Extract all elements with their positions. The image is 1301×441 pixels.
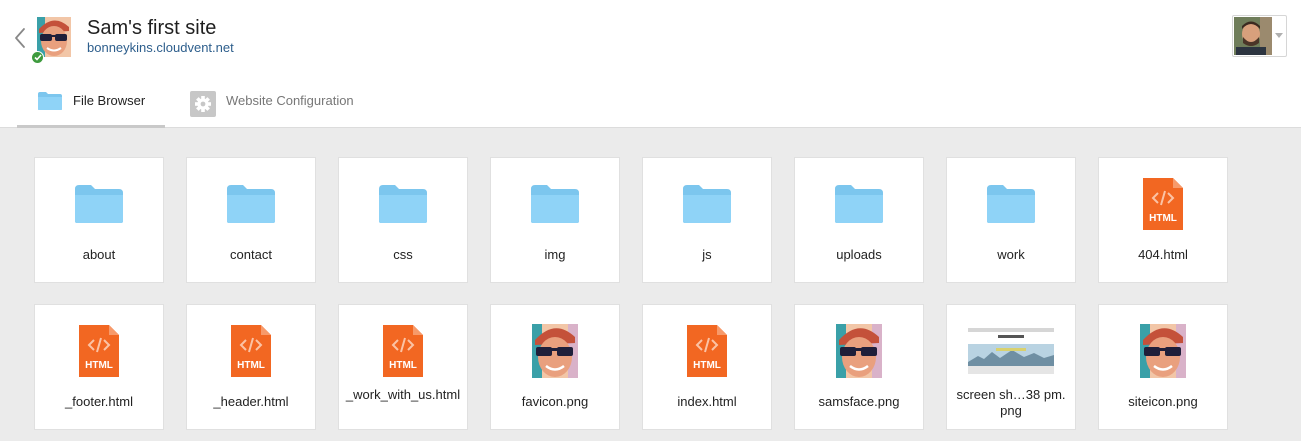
screenshot-thumbnail [947, 325, 1075, 377]
file-tile[interactable]: HTML _work_with_us.html [338, 304, 468, 430]
image-thumbnail [491, 324, 619, 378]
file-name: img [544, 247, 566, 262]
user-menu-button[interactable] [1232, 15, 1287, 57]
image-thumbnail [1099, 324, 1227, 378]
site-title: Sam's first site [87, 17, 217, 39]
file-tile[interactable]: siteicon.png [1098, 304, 1228, 430]
svg-text:HTML: HTML [1149, 213, 1177, 224]
file-tile[interactable]: HTML _header.html [186, 304, 316, 430]
tab-file-browser-label: File Browser [73, 93, 146, 108]
folder-icon [643, 178, 771, 230]
file-name: samsface.png [818, 394, 900, 409]
svg-text:HTML: HTML [237, 360, 265, 371]
svg-text:HTML: HTML [693, 360, 721, 371]
site-avatar [37, 17, 71, 57]
folder-tile[interactable]: work [946, 157, 1076, 283]
file-name: work [997, 247, 1025, 262]
html-file-icon: HTML [643, 325, 771, 377]
folder-tile[interactable]: about [34, 157, 164, 283]
folder-tile[interactable]: js [642, 157, 772, 283]
chevron-down-icon [1275, 33, 1283, 38]
file-name: _footer.html [65, 394, 133, 409]
file-name: siteicon.png [1128, 394, 1198, 409]
folder-icon [35, 178, 163, 230]
site-header: Sam's first site bonneykins.cloudvent.ne… [0, 0, 1301, 128]
folder-icon [339, 178, 467, 230]
folder-tile[interactable]: img [490, 157, 620, 283]
file-name: screen sh…38 pm.png [956, 387, 1066, 418]
tab-file-browser[interactable]: File Browser [17, 80, 165, 128]
file-name: _work_with_us.html [345, 387, 461, 402]
html-file-icon: HTML [187, 325, 315, 377]
file-tile[interactable]: samsface.png [794, 304, 924, 430]
back-chevron-icon[interactable] [12, 26, 28, 50]
folder-icon [187, 178, 315, 230]
file-tile[interactable]: screen sh…38 pm.png [946, 304, 1076, 430]
image-thumbnail [795, 324, 923, 378]
tab-website-configuration[interactable]: Website Configuration [180, 80, 380, 128]
folder-tile[interactable]: css [338, 157, 468, 283]
tab-website-configuration-label: Website Configuration [226, 93, 354, 108]
html-file-icon: HTML [339, 325, 467, 377]
file-name: contact [230, 247, 272, 262]
file-name: js [702, 247, 712, 262]
html-file-icon: HTML [35, 325, 163, 377]
file-name: uploads [836, 247, 882, 262]
file-tile[interactable]: HTML 404.html [1098, 157, 1228, 283]
folder-tile[interactable]: contact [186, 157, 316, 283]
file-name: _header.html [213, 394, 289, 409]
folder-icon [491, 178, 619, 230]
file-name: about [82, 247, 116, 262]
file-tile[interactable]: HTML index.html [642, 304, 772, 430]
file-name: 404.html [1138, 247, 1188, 262]
svg-text:HTML: HTML [389, 360, 417, 371]
site-url-link[interactable]: bonneykins.cloudvent.net [87, 40, 234, 56]
status-ok-icon [31, 51, 44, 64]
user-avatar [1234, 17, 1272, 55]
gear-icon [190, 91, 216, 122]
file-tile[interactable]: HTML _footer.html [34, 304, 164, 430]
file-name: favicon.png [521, 394, 589, 409]
file-name: css [393, 247, 413, 262]
svg-text:HTML: HTML [85, 360, 113, 371]
file-tile[interactable]: favicon.png [490, 304, 620, 430]
html-file-icon: HTML [1099, 178, 1227, 230]
folder-icon [947, 178, 1075, 230]
file-name: index.html [677, 394, 737, 409]
folder-icon [795, 178, 923, 230]
folder-tile[interactable]: uploads [794, 157, 924, 283]
folder-icon [37, 91, 63, 116]
